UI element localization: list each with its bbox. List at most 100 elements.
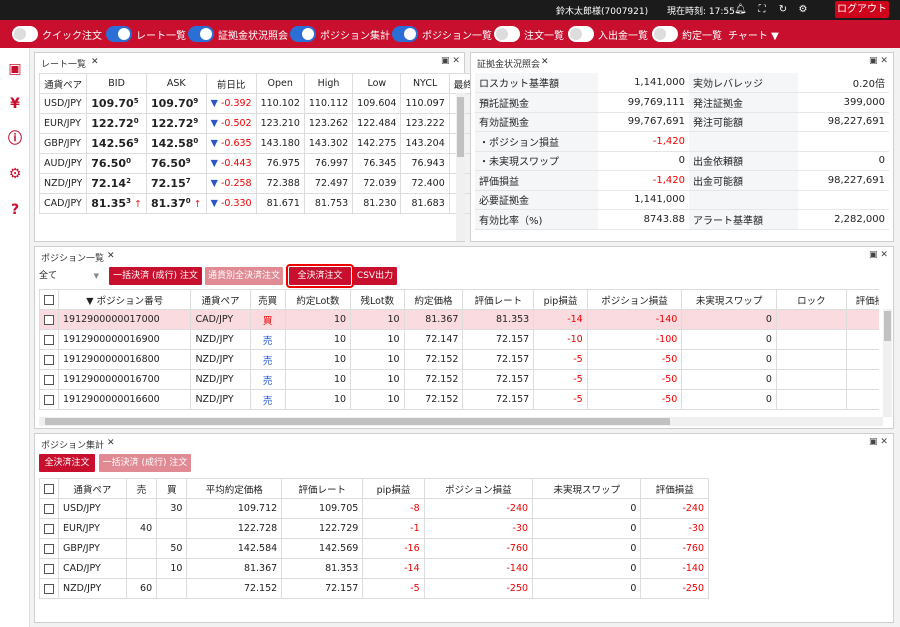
help-icon[interactable]: ? [6,201,24,219]
row-checkbox[interactable] [39,538,59,559]
settle-by-pair-button[interactable]: 通貨別全決済注文 [205,267,283,285]
table-row[interactable]: 1912900000016800 NZD/JPY 売 10 10 72.152 72.157… [39,349,879,370]
row-checkbox[interactable] [39,498,59,519]
panel-window-controls[interactable]: ▣ ✕ [441,56,460,66]
rate-row[interactable]: EUR/JPY 122.720 122.729 ▼ -0.502 123.210 123.… [38,113,478,134]
rate-row[interactable]: CAD/JPY 81.353 ↑ 81.370 ↑ ▼ -0.330 81.671 81.… [38,193,478,214]
ask-price[interactable]: 122.729 [145,113,207,134]
toggle-position-summary[interactable]: ポジション集計 [290,26,390,42]
save-icon[interactable]: ▣ [6,60,24,78]
table-row[interactable]: USD/JPY 30 109.712 109.705 -8 -240 0 -240 [39,498,709,519]
table-row[interactable]: NZD/JPY 60 72.152 72.157 -5 -250 0 -250 [39,578,709,599]
col-header[interactable]: 残Lot数 [350,289,405,310]
col-header[interactable]: Open [255,73,305,94]
toggle-quick-order[interactable]: クイック注文 [12,26,102,42]
col-header[interactable]: 売 [125,478,158,499]
rate-row[interactable]: NZD/JPY 72.142 72.157 ▼ -0.258 72.388 72.497 7… [38,173,478,194]
bid-price[interactable]: 142.569 [86,133,147,154]
col-header[interactable]: 評価損 [845,289,879,310]
col-header[interactable]: 売買 [249,289,286,310]
col-header[interactable]: Low [352,73,402,94]
col-header[interactable]: ポジション損益 [423,478,534,499]
row-checkbox[interactable] [39,349,59,370]
row-checkbox[interactable] [39,578,59,599]
bid-price[interactable]: 109.705 [86,93,147,114]
col-header[interactable]: 前日比 [205,73,257,94]
row-checkbox[interactable] [39,389,59,410]
bid-price[interactable]: 122.720 [86,113,147,134]
col-header[interactable]: ASK [145,73,207,94]
col-header[interactable]: 通貨ペア [58,478,127,499]
csv-export-button[interactable]: CSV出力 [353,267,397,285]
col-header[interactable]: NYCL [400,73,450,94]
panel-window-controls[interactable]: ▣ ✕ [869,56,888,66]
toggle-margin-status[interactable]: 証拠金状況照会 [188,26,288,42]
toggle-deposit-list[interactable]: 入出金一覧 [568,26,648,42]
filter-select[interactable]: 全て ▼ [39,267,101,285]
toggle-execution-list[interactable]: 約定一覧 [652,26,722,42]
col-header[interactable]: 通貨ペア [38,73,88,94]
table-row[interactable]: CAD/JPY 10 81.367 81.353 -14 -140 0 -140 [39,558,709,579]
col-header[interactable]: ロック [775,289,847,310]
col-header[interactable]: 平均約定価格 [186,478,283,499]
bulk-settle-market-button[interactable]: 一括決済 (成行) 注文 [109,267,202,285]
toggle-order-list[interactable]: 注文一覧 [494,26,564,42]
bid-price[interactable]: 81.353 ↑ [86,193,147,214]
panel-window-controls[interactable]: ▣ ✕ [869,437,888,447]
table-row[interactable]: 1912900000016600 NZD/JPY 売 10 10 72.152 72.157… [39,389,879,410]
yen-icon[interactable]: ¥ [6,95,24,113]
col-header[interactable]: 評価レート [462,289,535,310]
toggle-position-list[interactable]: ポジション一覧 [392,26,492,42]
table-row[interactable]: EUR/JPY 40 122.728 122.729 -1 -30 0 -30 [39,518,709,539]
table-row[interactable]: 1912900000017000 CAD/JPY 買 10 10 81.367 81.353… [39,309,879,330]
rate-row[interactable]: GBP/JPY 142.569 142.580 ▼ -0.635 143.180 143.… [38,133,478,154]
table-row[interactable]: 1912900000016900 NZD/JPY 売 10 10 72.147 72.157… [39,329,879,350]
gear-icon[interactable]: ⚙ [797,3,809,16]
row-checkbox[interactable] [39,369,59,390]
ask-price[interactable]: 81.370 ↑ [145,193,207,214]
row-checkbox[interactable] [39,329,59,350]
position-scrollbar-v[interactable] [883,309,892,417]
panel-window-controls[interactable]: ▣ ✕ [869,250,888,260]
col-header[interactable]: 買 [156,478,188,499]
col-header[interactable]: pip損益 [362,478,425,499]
col-header[interactable]: 未実現スワップ [681,289,777,310]
col-header[interactable]: pip損益 [533,289,588,310]
table-row[interactable]: GBP/JPY 50 142.584 142.569 -16 -760 0 -760 [39,538,709,559]
col-header[interactable]: 未実現スワップ [532,478,642,499]
select-all-checkbox[interactable] [39,289,59,310]
bid-price[interactable]: 72.142 [86,173,147,194]
rate-row[interactable]: AUD/JPY 76.500 76.509 ▼ -0.443 76.975 76.997 7… [38,153,478,174]
rate-row[interactable]: USD/JPY 109.705 109.709 ▼ -0.392 110.102 110.… [38,93,478,114]
ask-price[interactable]: 142.580 [145,133,207,154]
close-icon[interactable]: ✕ [541,57,549,67]
ask-price[interactable]: 109.709 [145,93,207,114]
bid-price[interactable]: 76.500 [86,153,147,174]
logout-button[interactable]: ログアウト [835,1,889,18]
ask-price[interactable]: 76.509 [145,153,207,174]
refresh-icon[interactable]: ↻ [777,3,789,16]
settle-all-button[interactable]: 全決済注文 [286,264,354,288]
col-header[interactable]: BID [86,73,147,94]
row-checkbox[interactable] [39,558,59,579]
col-header[interactable]: ポジション損益 [586,289,683,310]
rate-scrollbar[interactable] [456,93,465,241]
bell-icon[interactable]: 🔔︎ [734,3,747,16]
col-header[interactable]: High [303,73,354,94]
close-icon[interactable]: ✕ [107,251,115,261]
row-checkbox[interactable] [39,518,59,539]
toggle-rate-list[interactable]: レート一覧 [106,26,186,42]
table-row[interactable]: 1912900000016700 NZD/JPY 売 10 10 72.152 72.157… [39,369,879,390]
position-scrollbar-h[interactable] [39,417,883,426]
col-header[interactable]: 約定価格 [403,289,464,310]
close-icon[interactable]: ✕ [107,438,115,448]
select-all-checkbox[interactable] [39,478,59,499]
col-header[interactable]: 評価レート [281,478,364,499]
summary-settle-all-button[interactable]: 全決済注文 [39,454,95,472]
col-header[interactable]: 通貨ペア [190,289,251,310]
ask-price[interactable]: 72.157 [145,173,207,194]
gear-icon[interactable]: ⚙ [6,165,24,183]
close-icon[interactable]: ✕ [91,57,99,67]
row-checkbox[interactable] [39,309,59,330]
chart-menu[interactable]: チャート ▼ [728,27,779,42]
